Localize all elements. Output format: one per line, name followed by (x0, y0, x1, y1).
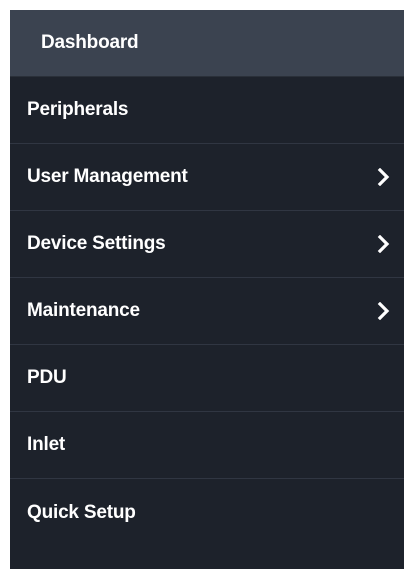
sidebar-item-label: Inlet (27, 434, 66, 455)
chevron-right-icon (376, 301, 392, 321)
sidebar-item-label: Maintenance (27, 300, 140, 321)
sidebar-item-inlet[interactable]: Inlet (10, 412, 404, 479)
chevron-right-icon (376, 234, 392, 254)
sidebar-item-label: PDU (27, 367, 67, 388)
sidebar-item-peripherals[interactable]: Peripherals (10, 77, 404, 144)
sidebar-menu: Dashboard Peripherals User Management De… (10, 10, 404, 569)
sidebar-item-pdu[interactable]: PDU (10, 345, 404, 412)
chevron-right-icon (376, 167, 392, 187)
sidebar-item-label: Quick Setup (27, 501, 136, 523)
sidebar-item-dashboard[interactable]: Dashboard (10, 10, 404, 77)
sidebar-item-maintenance[interactable]: Maintenance (10, 278, 404, 345)
sidebar-item-device-settings[interactable]: Device Settings (10, 211, 404, 278)
sidebar-item-quick-setup[interactable]: Quick Setup (10, 479, 404, 546)
sidebar-item-label: Device Settings (27, 233, 166, 254)
sidebar-item-user-management[interactable]: User Management (10, 144, 404, 211)
sidebar-item-label: User Management (27, 166, 188, 187)
sidebar-item-label: Dashboard (41, 32, 139, 53)
sidebar-item-label: Peripherals (27, 99, 129, 120)
